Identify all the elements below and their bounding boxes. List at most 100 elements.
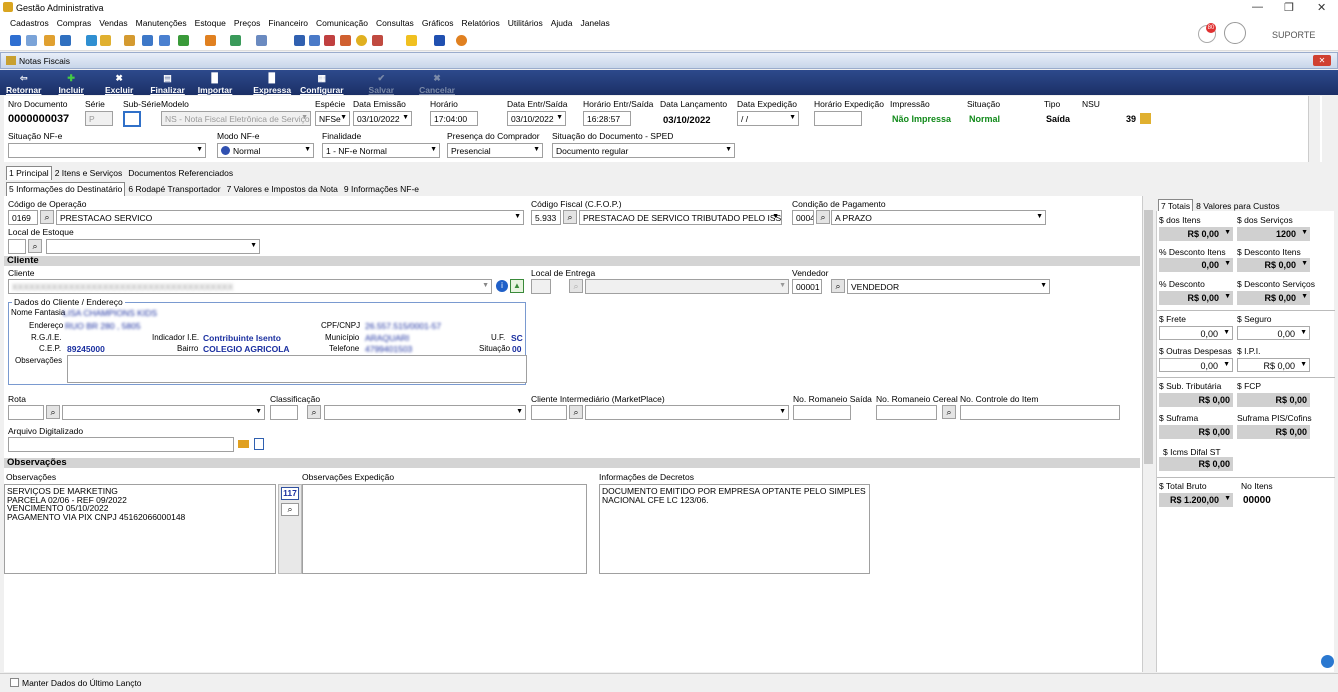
toolbar-icon[interactable] (205, 35, 216, 46)
maximize-button[interactable]: ❐ (1284, 1, 1294, 14)
keep-data-checkbox[interactable] (10, 678, 19, 687)
menu-item[interactable]: Compras (53, 16, 95, 31)
cod-op-field[interactable]: 0169 (8, 210, 38, 225)
cond-select[interactable]: A PRAZO (831, 210, 1046, 225)
folder-icon[interactable] (238, 440, 249, 448)
calendar-icon[interactable] (324, 35, 335, 46)
especie-select[interactable]: NFSe (315, 111, 350, 126)
teamviewer-icon[interactable] (1321, 655, 1334, 668)
arquivo-field[interactable] (8, 437, 234, 452)
cod-op-select[interactable]: PRESTACAO SERVICO (56, 210, 524, 225)
menu-item[interactable]: Gráficos (418, 16, 458, 31)
toolbar-icon[interactable] (159, 35, 170, 46)
itens-value[interactable]: R$ 0,00 (1159, 227, 1233, 241)
sped-select[interactable]: Documento regular (552, 143, 735, 158)
toolbar-icon[interactable] (26, 35, 37, 46)
cfop-select[interactable]: PRESTACAO DE SERVICO TRIBUTADO PELO ISS (579, 210, 782, 225)
user-avatar-icon[interactable] (1224, 22, 1246, 44)
tab[interactable]: 6 Rodapé Transportador (125, 182, 223, 196)
serie-field[interactable]: P (85, 111, 113, 126)
warning-icon[interactable]: ▲ (510, 279, 524, 293)
header-scrollbar[interactable] (1308, 96, 1320, 162)
close-button[interactable]: ✕ (1317, 1, 1326, 14)
intermed-search-icon[interactable]: ⌕ (569, 405, 583, 419)
expressa-button[interactable]: ▉ Expressa (253, 73, 291, 95)
tab[interactable]: 7 Valores e Impostos da Nota (224, 182, 341, 196)
romaneio-cereal-field[interactable] (876, 405, 937, 420)
local-entrega-field[interactable] (531, 279, 551, 294)
nsu-icon[interactable] (1140, 113, 1151, 124)
local-estoque-search-icon[interactable]: ⌕ (28, 239, 42, 253)
retornar-button[interactable]: ⇦ Retornar (6, 73, 41, 95)
desc-itens-val-value[interactable]: R$ 0,00 (1237, 258, 1310, 272)
local-entrega-select[interactable] (585, 279, 789, 294)
menu-item[interactable]: Utilitários (504, 16, 547, 31)
menu-item[interactable]: Preços (230, 16, 264, 31)
classif-field[interactable] (270, 405, 298, 420)
menu-item[interactable]: Comunicação (312, 16, 372, 31)
finalizar-button[interactable]: ▤ Finalizar (150, 73, 184, 95)
excluir-button[interactable]: ✖ Excluir (105, 73, 133, 95)
controle-field[interactable] (960, 405, 1120, 420)
intermed-select[interactable] (585, 405, 789, 420)
obs-cli-field[interactable] (67, 355, 527, 383)
tab[interactable]: 2 Itens e Serviços (52, 166, 126, 180)
hora-exped-field[interactable] (814, 111, 862, 126)
configurar-button[interactable]: ▦ Configurar (300, 73, 343, 95)
romaneio-search-icon[interactable]: ⌕ (942, 405, 956, 419)
decretos-textarea[interactable]: DOCUMENTO EMITIDO POR EMPRESA OPTANTE PE… (599, 484, 870, 574)
menu-item[interactable]: Vendas (95, 16, 131, 31)
ipi-value[interactable]: R$ 0,00 (1237, 358, 1310, 372)
finalidade-select[interactable]: 1 - NF-e Normal (322, 143, 440, 158)
tab[interactable]: 1 Principal (6, 166, 52, 180)
menu-item[interactable]: Manutenções (132, 16, 191, 31)
cod-op-search-icon[interactable]: ⌕ (40, 210, 54, 224)
menu-item[interactable]: Consultas (372, 16, 418, 31)
modo-select[interactable]: Normal (217, 143, 314, 158)
menu-item[interactable]: Estoque (191, 16, 230, 31)
seguro-value[interactable]: 0,00 (1237, 326, 1310, 340)
cond-search-icon[interactable]: ⌕ (816, 210, 830, 224)
menu-item[interactable]: Relatórios (457, 16, 503, 31)
minimize-button[interactable]: — (1252, 1, 1263, 13)
cancelar-button[interactable]: ✖ Cancelar (419, 73, 455, 95)
toolbar-icon[interactable] (230, 35, 241, 46)
salvar-button[interactable]: ✔ Salvar (369, 73, 395, 95)
toolbar-icon[interactable] (372, 35, 383, 46)
toolbar-icon[interactable] (44, 35, 55, 46)
toolbar-icon[interactable] (86, 35, 97, 46)
servicos-value[interactable]: 1200 (1237, 227, 1310, 241)
modelo-select[interactable]: NS - Nota Fiscal Eletrônica de Serviço (161, 111, 311, 126)
cart-icon[interactable] (178, 35, 189, 46)
menu-item[interactable]: Janelas (576, 16, 613, 31)
emissao-field[interactable]: 03/10/2022 (353, 111, 412, 126)
vendedor-search-icon[interactable]: ⌕ (831, 279, 845, 293)
romaneio-field[interactable] (793, 405, 851, 420)
toolbar-icon[interactable] (142, 35, 153, 46)
vendedor-field[interactable]: 00001 (792, 279, 822, 294)
document-icon[interactable] (254, 438, 264, 450)
importar-button[interactable]: ▉ Importar (198, 73, 232, 95)
sit-nfe-select[interactable] (8, 143, 206, 158)
rota-field[interactable] (8, 405, 44, 420)
clock-icon[interactable] (356, 35, 367, 46)
menu-item[interactable]: Ajuda (547, 16, 577, 31)
info-icon[interactable]: i (496, 280, 508, 292)
intermed-field[interactable] (531, 405, 567, 420)
classif-select[interactable] (324, 405, 526, 420)
incluir-button[interactable]: ✚ Incluir (58, 73, 84, 95)
tab[interactable]: 9 Informações NF-e (341, 182, 422, 196)
obs-exp-textarea[interactable] (302, 484, 587, 574)
toolbar-icon[interactable] (309, 35, 320, 46)
desc-serv-value[interactable]: R$ 0,00 (1159, 291, 1233, 305)
local-estoque-select[interactable] (46, 239, 260, 254)
window-close-button[interactable]: ✕ (1313, 55, 1331, 66)
rota-search-icon[interactable]: ⌕ (46, 405, 60, 419)
menu-item[interactable]: Financeiro (264, 16, 312, 31)
toolbar-icon[interactable] (256, 35, 267, 46)
toolbar-icon[interactable] (124, 35, 135, 46)
local-estoque-field[interactable] (8, 239, 26, 254)
star-icon[interactable] (406, 35, 417, 46)
horario-field[interactable]: 17:04:00 (430, 111, 478, 126)
toolbar-icon[interactable] (456, 35, 467, 46)
